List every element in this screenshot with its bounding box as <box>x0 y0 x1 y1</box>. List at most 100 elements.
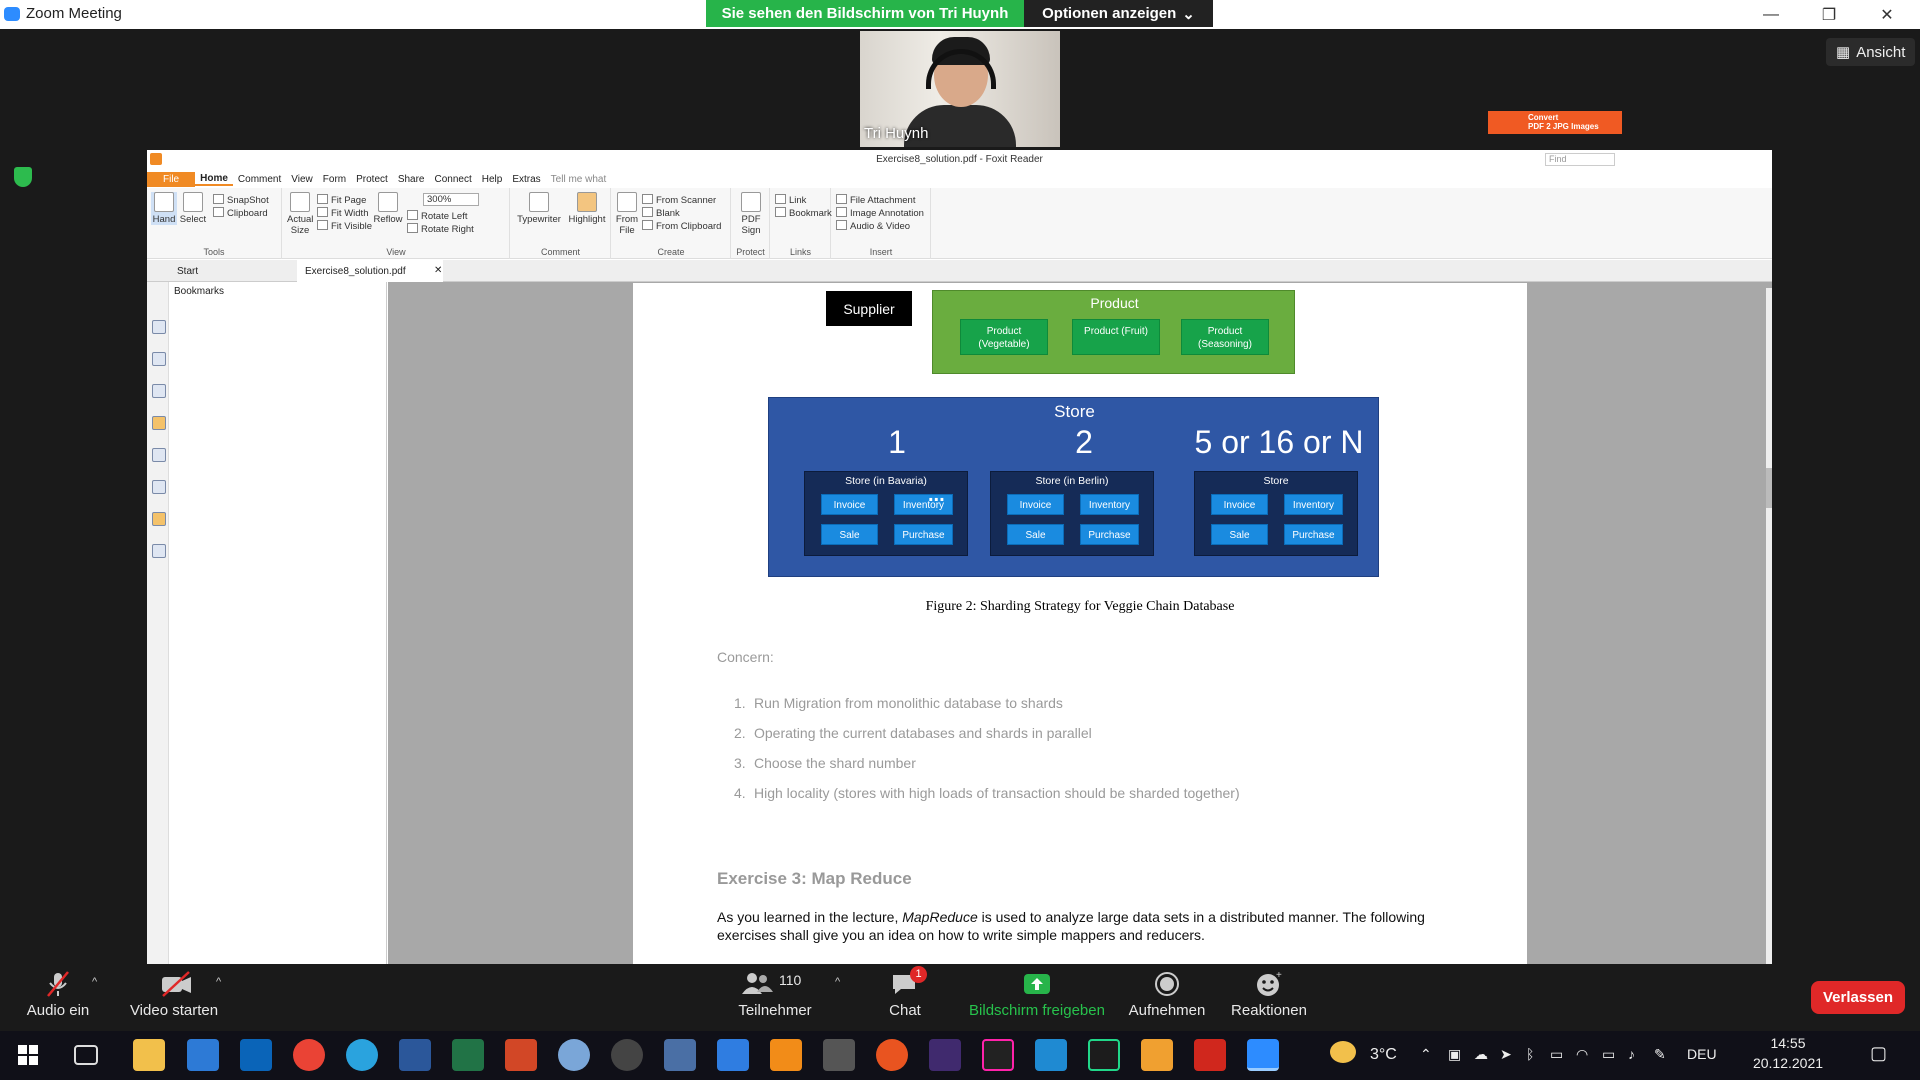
rotate-left-button[interactable]: Rotate Left <box>407 210 467 222</box>
share-screen-button[interactable]: Bildschirm freigeben <box>963 970 1111 1019</box>
media-player-icon[interactable] <box>1141 1039 1173 1071</box>
network-app-icon[interactable] <box>558 1039 590 1071</box>
record-button[interactable]: Aufnehmen <box>1124 970 1210 1019</box>
participants-caret-icon[interactable]: ^ <box>835 976 840 988</box>
menu-form[interactable]: Form <box>318 174 351 185</box>
windows-start-icon[interactable] <box>18 1045 38 1065</box>
sublime-icon[interactable] <box>770 1039 802 1071</box>
bluetooth-icon[interactable]: ᛒ <box>1526 1046 1534 1062</box>
scrollbar-thumb[interactable] <box>1766 468 1772 508</box>
tell-me-input[interactable]: Tell me what <box>546 174 612 185</box>
sign-panel-icon[interactable] <box>152 544 166 558</box>
file-explorer-icon[interactable] <box>133 1039 165 1071</box>
clock-time[interactable]: 14:55 <box>1758 1035 1818 1051</box>
vpn-lock-icon[interactable] <box>611 1039 643 1071</box>
notifications-icon[interactable]: ▢ <box>1870 1043 1887 1064</box>
task-view-icon[interactable] <box>74 1045 98 1065</box>
telegram-icon[interactable] <box>346 1039 378 1071</box>
weather-icon[interactable] <box>1330 1041 1356 1063</box>
menu-file[interactable]: File <box>147 171 196 187</box>
menu-view[interactable]: View <box>286 174 318 185</box>
leave-meeting-button[interactable]: Verlassen <box>1811 981 1905 1014</box>
store-icon[interactable] <box>187 1039 219 1071</box>
chrome-icon[interactable] <box>293 1039 325 1071</box>
restore-button[interactable]: ❐ <box>1800 0 1858 29</box>
audio-video-button[interactable]: Audio & Video <box>836 220 910 232</box>
layers-panel-icon[interactable] <box>152 384 166 398</box>
acrobat-icon[interactable] <box>1194 1039 1226 1071</box>
outlook-icon[interactable] <box>240 1039 272 1071</box>
fit-page-button[interactable]: Fit Page <box>317 194 366 206</box>
volume-icon[interactable]: ♪ <box>1628 1046 1635 1062</box>
image-annotation-button[interactable]: Image Annotation <box>836 207 924 219</box>
signatures-panel-icon[interactable] <box>152 480 166 494</box>
link-button[interactable]: Link <box>775 194 806 206</box>
display-icon[interactable]: ▭ <box>1550 1046 1563 1063</box>
tab-document[interactable]: Exercise8_solution.pdf <box>297 260 443 282</box>
menu-comment[interactable]: Comment <box>233 174 286 185</box>
from-file-button[interactable]: From File <box>614 192 640 236</box>
audio-button[interactable]: Audio ein <box>18 970 98 1019</box>
powerpoint-icon[interactable] <box>505 1039 537 1071</box>
bookmarks-panel-icon[interactable] <box>152 320 166 334</box>
audio-options-caret-icon[interactable]: ^ <box>92 976 97 988</box>
attachments-panel-icon[interactable] <box>152 448 166 462</box>
video-options-caret-icon[interactable]: ^ <box>216 976 221 988</box>
intellij-icon[interactable] <box>982 1039 1014 1071</box>
calculator-icon[interactable] <box>664 1039 696 1071</box>
battery-icon[interactable]: ▭ <box>1602 1046 1615 1063</box>
rotate-right-button[interactable]: Rotate Right <box>407 223 474 235</box>
vertical-scrollbar[interactable] <box>1766 288 1772 964</box>
minimize-button[interactable]: — <box>1742 0 1800 29</box>
telegram-tray-icon[interactable]: ➤ <box>1500 1046 1512 1063</box>
file-attachment-button[interactable]: File Attachment <box>836 194 915 206</box>
chat-button[interactable]: 1 Chat <box>870 966 940 1019</box>
zoom-level-field[interactable]: 300% <box>423 193 479 206</box>
menu-protect[interactable]: Protect <box>351 174 393 185</box>
find-input[interactable]: Find <box>1545 153 1615 166</box>
bookmark-button[interactable]: Bookmark <box>775 207 832 219</box>
reflow-button[interactable]: Reflow <box>373 192 403 225</box>
weather-temp[interactable]: 3°C <box>1370 1046 1397 1064</box>
video-button[interactable]: Video starten <box>124 970 224 1019</box>
menu-share[interactable]: Share <box>393 174 430 185</box>
reactions-button[interactable]: + Reaktionen <box>1226 970 1312 1019</box>
from-clipboard-button[interactable]: From Clipboard <box>642 220 721 232</box>
highlight-button[interactable]: Highlight <box>565 192 609 225</box>
snapshot-button[interactable]: SnapShot <box>213 194 269 206</box>
clock-date[interactable]: 20.12.2021 <box>1742 1055 1834 1071</box>
pages-panel-icon[interactable] <box>152 352 166 366</box>
terminal-icon[interactable] <box>929 1039 961 1071</box>
convert-pdf-jpg-button[interactable]: Convert PDF 2 JPG Images <box>1488 111 1622 134</box>
zoom-tray-icon[interactable]: ▣ <box>1448 1046 1461 1063</box>
cloud-icon[interactable]: ☁ <box>1474 1046 1488 1063</box>
pdf-sign-button[interactable]: PDF Sign <box>736 192 766 236</box>
tools-icon[interactable] <box>823 1039 855 1071</box>
menu-extras[interactable]: Extras <box>507 174 545 185</box>
participants-button[interactable]: 110 Teilnehmer <box>730 970 820 1019</box>
menu-connect[interactable]: Connect <box>430 174 477 185</box>
tab-start[interactable]: Start <box>169 260 287 282</box>
participant-video[interactable]: Tri Huynh <box>860 31 1060 147</box>
hand-tool-button[interactable]: Hand <box>151 192 177 225</box>
fit-width-button[interactable]: Fit Width <box>317 207 368 219</box>
select-tool-button[interactable]: Select <box>178 192 208 225</box>
encryption-shield-icon[interactable] <box>14 167 32 187</box>
view-options-button[interactable]: Optionen anzeigen ⌄ <box>1024 0 1213 27</box>
pycharm-icon[interactable] <box>1088 1039 1120 1071</box>
from-scanner-button[interactable]: From Scanner <box>642 194 716 206</box>
close-tab-icon[interactable]: ✕ <box>434 265 442 276</box>
wifi-icon[interactable]: ◠ <box>1576 1046 1588 1063</box>
clipboard-button[interactable]: Clipboard <box>213 207 268 219</box>
typewriter-button[interactable]: Typewriter <box>513 192 565 225</box>
ubuntu-icon[interactable] <box>876 1039 908 1071</box>
view-layout-button[interactable]: ▦ Ansicht <box>1826 38 1916 66</box>
input-language[interactable]: DEU <box>1687 1046 1717 1062</box>
excel-icon[interactable] <box>452 1039 484 1071</box>
menu-home[interactable]: Home <box>195 173 233 186</box>
blank-button[interactable]: Blank <box>642 207 680 219</box>
close-button[interactable]: ✕ <box>1858 0 1916 29</box>
security-panel-icon[interactable] <box>152 512 166 526</box>
word-icon[interactable] <box>399 1039 431 1071</box>
menu-help[interactable]: Help <box>477 174 508 185</box>
